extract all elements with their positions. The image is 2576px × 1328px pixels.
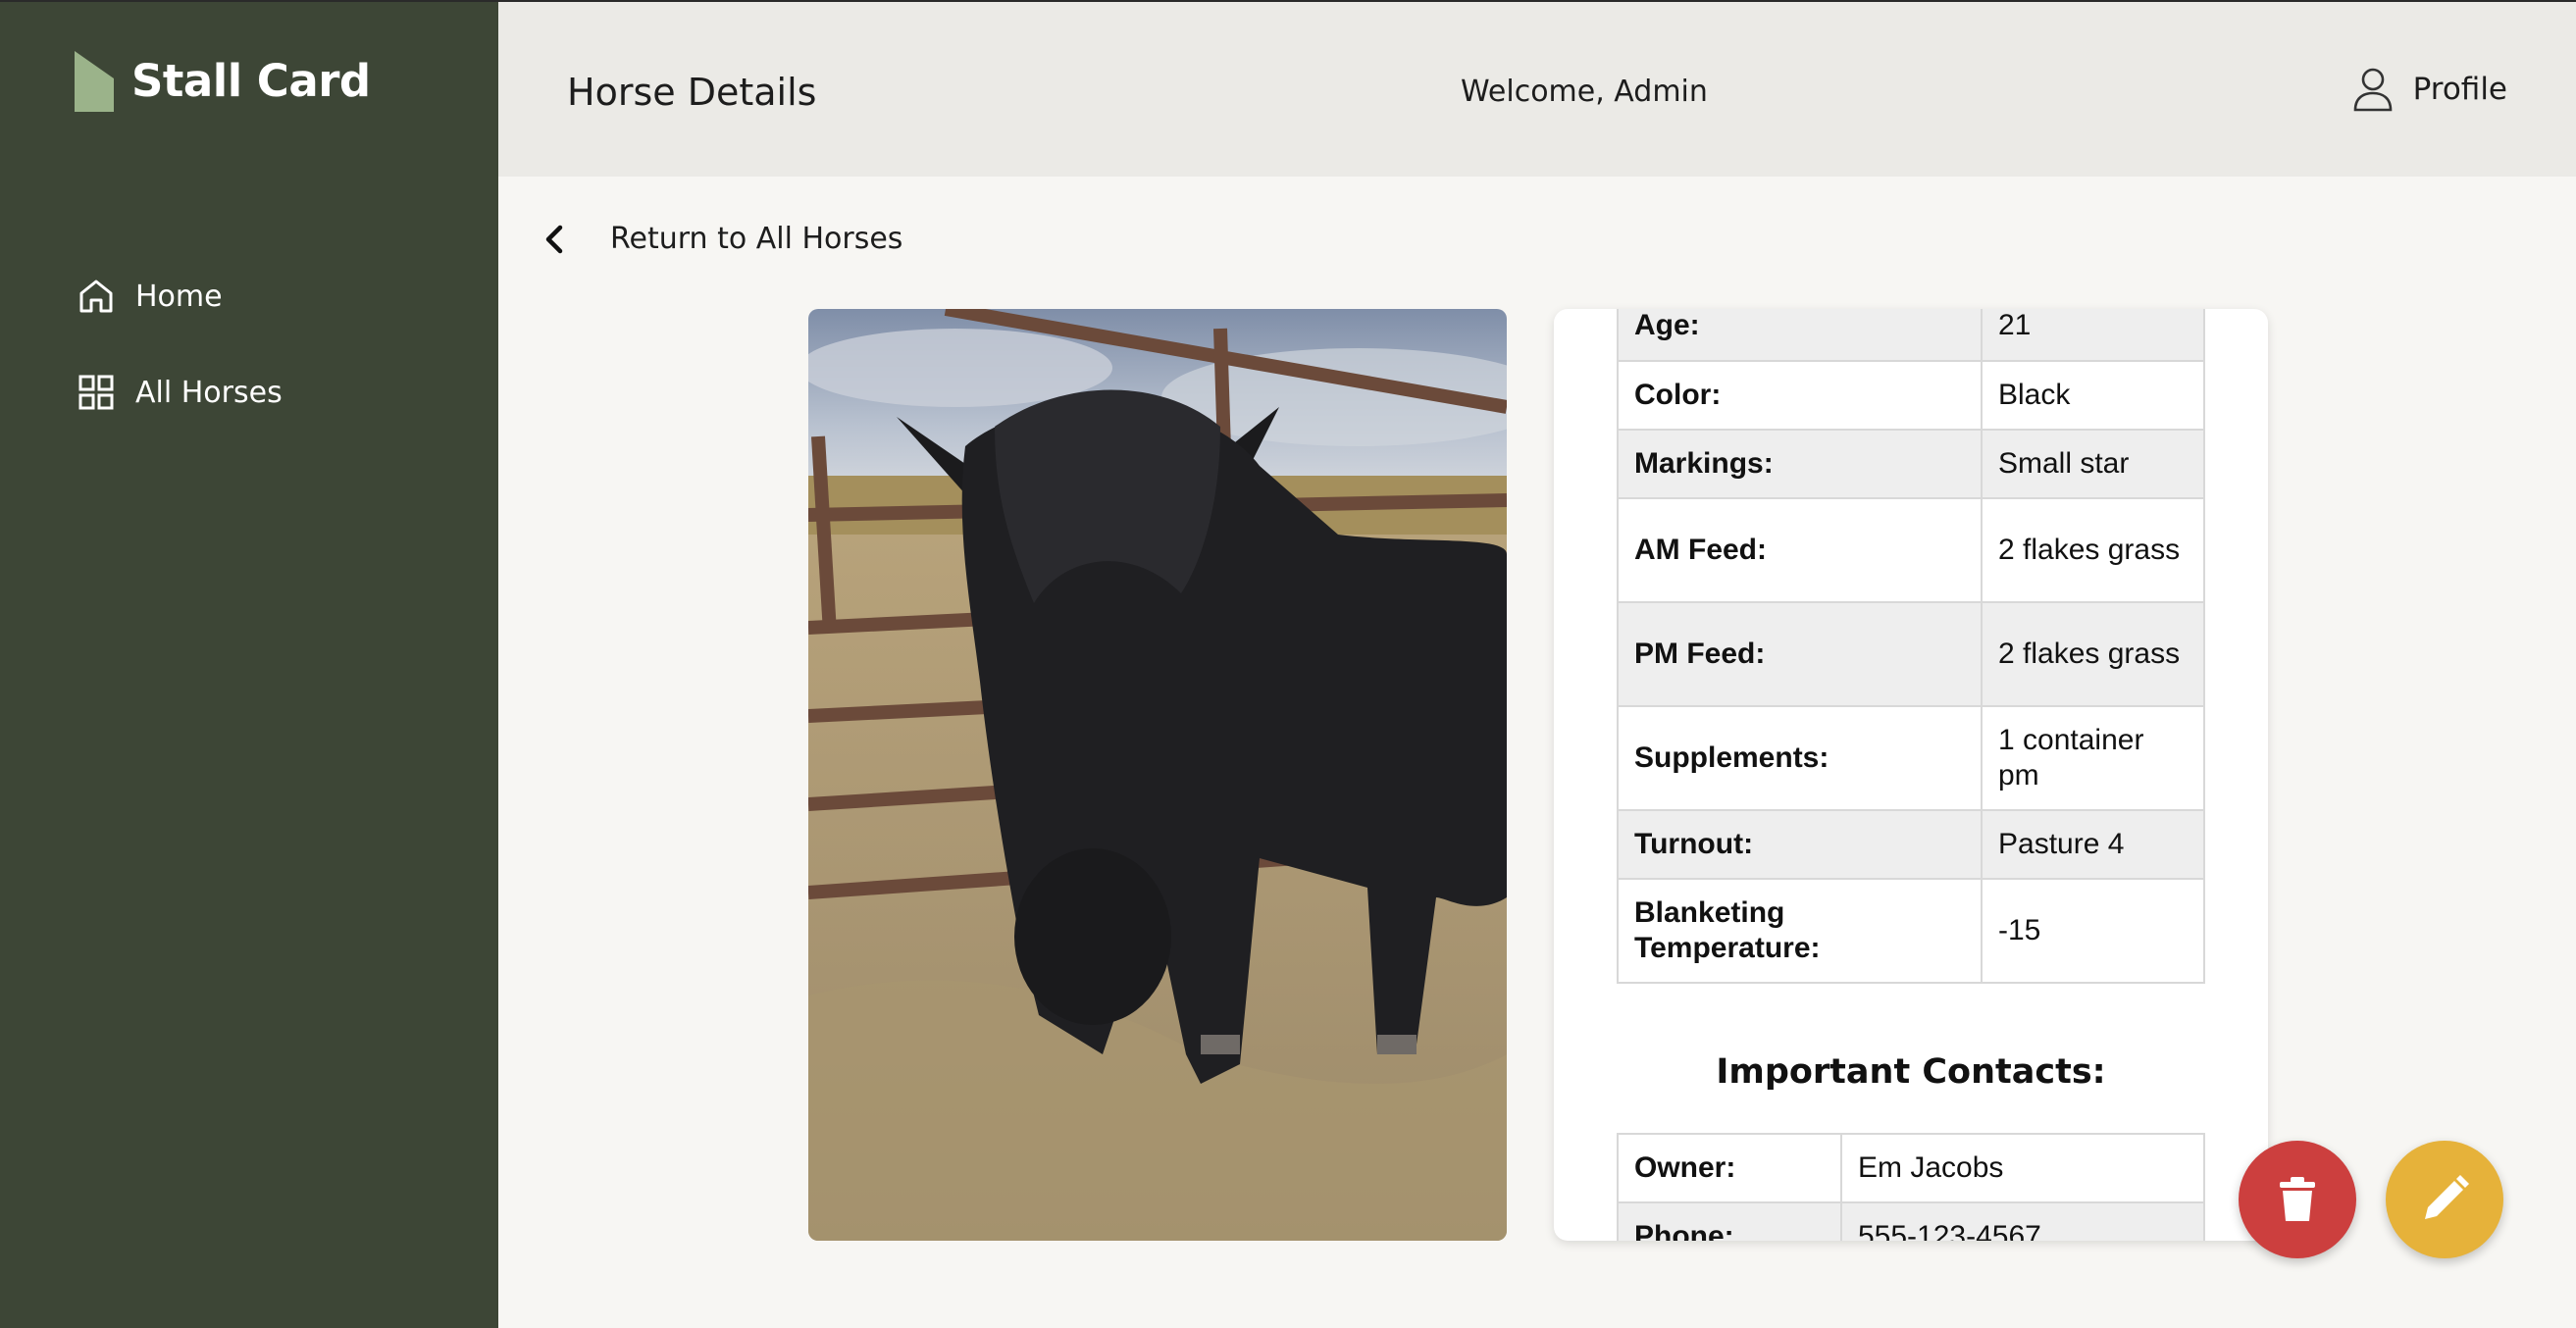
table-row: Blanketing Temperature: -15 — [1617, 878, 2205, 984]
detail-label: PM Feed: — [1617, 601, 1983, 707]
pencil-icon — [2425, 1175, 2469, 1219]
detail-label: Markings: — [1617, 429, 1983, 499]
user-icon — [2353, 68, 2392, 112]
sidebar-item-label: Home — [135, 279, 223, 314]
detail-value: Pasture 4 — [1981, 809, 2205, 880]
delete-button[interactable] — [2239, 1141, 2356, 1258]
contact-label: Owner: — [1617, 1133, 1842, 1203]
horse-details-card[interactable]: Age: 21 Color: Black Markings: Small sta… — [1554, 309, 2268, 1241]
edit-button[interactable] — [2386, 1141, 2503, 1258]
detail-label: Blanketing Temperature: — [1617, 878, 1983, 984]
table-row: Owner: Em Jacobs — [1617, 1133, 2205, 1203]
sidebar-item-home[interactable]: Home — [77, 277, 223, 316]
detail-value: -15 — [1981, 878, 2205, 984]
return-link-label: Return to All Horses — [610, 222, 903, 256]
contacts-table: Owner: Em Jacobs Phone: 555-123-4567 — [1617, 1133, 2205, 1241]
table-row: Age: 21 — [1617, 309, 2205, 362]
top-header: Horse Details Welcome, Admin Profile — [498, 0, 2576, 177]
detail-value: Black — [1981, 360, 2205, 431]
page-title: Horse Details — [567, 71, 817, 114]
detail-label: Age: — [1617, 309, 1983, 362]
sidebar-item-all-horses[interactable]: All Horses — [77, 373, 283, 412]
details-table: Age: 21 Color: Black Markings: Small sta… — [1617, 309, 2205, 984]
detail-value: 2 flakes grass — [1981, 601, 2205, 707]
detail-label: Turnout: — [1617, 809, 1983, 880]
detail-value: Small star — [1981, 429, 2205, 499]
grid-icon — [78, 375, 114, 410]
detail-label: Supplements: — [1617, 705, 1983, 811]
contact-value: 555-123-4567 — [1840, 1201, 2205, 1241]
trash-icon — [2280, 1177, 2315, 1221]
contacts-heading: Important Contacts: — [1716, 1052, 2106, 1092]
return-link[interactable]: Return to All Horses — [541, 222, 902, 256]
contact-label: Phone: — [1617, 1201, 1842, 1241]
horse-photo — [808, 309, 1507, 1241]
detail-value: 21 — [1981, 309, 2205, 362]
profile-button[interactable]: Profile — [2352, 67, 2507, 112]
chevron-left-icon — [545, 225, 563, 253]
table-row: PM Feed: 2 flakes grass — [1617, 601, 2205, 707]
table-row: Color: Black — [1617, 360, 2205, 431]
table-row: Turnout: Pasture 4 — [1617, 809, 2205, 880]
detail-value: 1 container pm — [1981, 705, 2205, 811]
table-row: Phone: 555-123-4567 — [1617, 1201, 2205, 1241]
profile-label: Profile — [2412, 72, 2507, 107]
contact-value: Em Jacobs — [1840, 1133, 2205, 1203]
welcome-message: Welcome, Admin — [1461, 75, 1708, 109]
detail-label: AM Feed: — [1617, 497, 1983, 603]
logo-icon — [75, 51, 114, 112]
home-icon — [79, 280, 113, 313]
table-row: Markings: Small star — [1617, 429, 2205, 499]
sidebar: Stall Card Home All Horses — [0, 0, 498, 1328]
detail-value: 2 flakes grass — [1981, 497, 2205, 603]
sidebar-item-label: All Horses — [135, 375, 283, 410]
table-row: Supplements: 1 container pm — [1617, 705, 2205, 811]
brand-name: Stall Card — [131, 54, 371, 107]
brand-logo[interactable]: Stall Card — [75, 49, 371, 112]
detail-label: Color: — [1617, 360, 1983, 431]
table-row: AM Feed: 2 flakes grass — [1617, 497, 2205, 603]
